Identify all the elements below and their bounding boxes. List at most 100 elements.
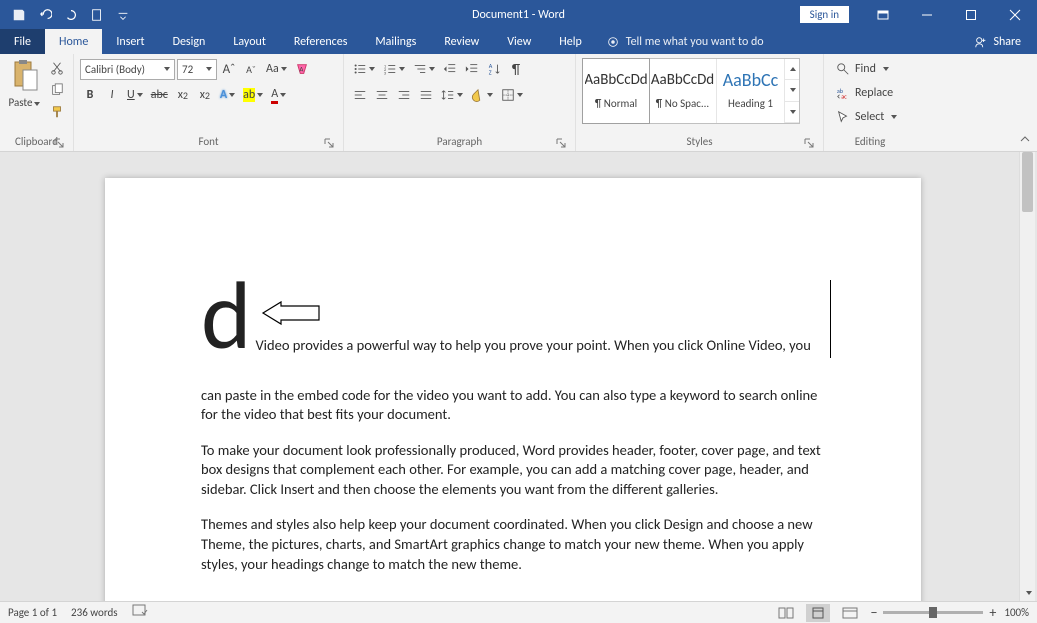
zoom-track[interactable]	[883, 611, 983, 614]
proofing-icon[interactable]	[132, 604, 148, 621]
tab-help[interactable]: Help	[545, 29, 596, 54]
zoom-thumb[interactable]	[929, 607, 937, 618]
word-count[interactable]: 236 words	[71, 606, 118, 619]
gallery-more-button[interactable]	[785, 102, 799, 123]
font-launcher[interactable]	[323, 138, 335, 150]
font-label: Font	[198, 135, 218, 148]
multilevel-list-button[interactable]	[410, 59, 438, 79]
bullets-button[interactable]	[350, 59, 378, 79]
collapse-ribbon-button[interactable]	[1019, 133, 1031, 149]
ribbon-tabs: File Home Insert Design Layout Reference…	[0, 29, 1037, 54]
align-left-button[interactable]	[350, 85, 370, 105]
justify-button[interactable]	[416, 85, 436, 105]
scroll-down-button[interactable]	[1020, 585, 1035, 601]
font-name-combo[interactable]: Calibri (Body)	[80, 59, 175, 80]
text-cursor	[830, 280, 831, 358]
annotation-arrow	[261, 300, 321, 330]
sign-in-button[interactable]: Sign in	[800, 6, 849, 23]
tab-view[interactable]: View	[493, 29, 545, 54]
maximize-button[interactable]	[949, 0, 993, 29]
italic-button[interactable]: I	[102, 85, 122, 105]
paste-button[interactable]: Paste	[6, 58, 43, 109]
tab-design[interactable]: Design	[159, 29, 220, 54]
web-layout-button[interactable]	[838, 604, 862, 622]
group-editing: Find abac Replace Select Editing	[824, 54, 916, 151]
svg-text:ac: ac	[841, 92, 847, 100]
clipboard-launcher[interactable]	[53, 138, 65, 150]
undo-button[interactable]	[32, 3, 58, 27]
svg-text:Z: Z	[489, 68, 492, 76]
find-button[interactable]: Find	[830, 58, 903, 80]
style-normal[interactable]: AaBbCcDd ¶ Normal	[582, 58, 650, 124]
shading-button[interactable]	[468, 85, 496, 105]
underline-button[interactable]: U	[124, 85, 146, 105]
increase-indent-button[interactable]	[462, 59, 482, 79]
shrink-font-button[interactable]: Aˇ	[241, 59, 261, 79]
zoom-out-button[interactable]: −	[870, 604, 877, 621]
print-layout-button[interactable]	[806, 604, 830, 622]
paste-icon	[9, 58, 41, 94]
show-marks-button[interactable]: ¶	[506, 59, 526, 79]
superscript-button[interactable]: x2	[195, 85, 215, 105]
tab-file[interactable]: File	[0, 29, 45, 54]
tab-layout[interactable]: Layout	[219, 29, 280, 54]
paragraph-3: Themes and styles also help keep your do…	[201, 515, 825, 574]
group-clipboard: Paste Clipboard	[0, 54, 74, 151]
borders-button[interactable]	[498, 85, 526, 105]
font-size-combo[interactable]: 72	[177, 59, 217, 80]
qat-customize-button[interactable]	[110, 3, 136, 27]
select-button[interactable]: Select	[830, 106, 903, 128]
new-doc-button[interactable]	[84, 3, 110, 27]
group-font: Calibri (Body) 72 Aˆ Aˇ Aa A B I U abc x…	[74, 54, 344, 151]
decrease-indent-button[interactable]	[440, 59, 460, 79]
tab-mailings[interactable]: Mailings	[361, 29, 430, 54]
cut-button[interactable]	[47, 58, 67, 78]
numbering-button[interactable]: 123	[380, 59, 408, 79]
close-button[interactable]	[993, 0, 1037, 29]
tab-home[interactable]: Home	[45, 29, 102, 54]
bold-button[interactable]: B	[80, 85, 100, 105]
gallery-up-button[interactable]	[785, 59, 799, 80]
vertical-scrollbar[interactable]	[1019, 152, 1035, 601]
document-page[interactable]: d Video provides a powerful way to help …	[105, 178, 921, 601]
clear-formatting-button[interactable]: A	[292, 59, 312, 79]
strikethrough-button[interactable]: abc	[148, 85, 171, 105]
grow-font-button[interactable]: Aˆ	[219, 59, 239, 79]
font-color-button[interactable]: A	[268, 85, 289, 105]
tell-me-search[interactable]: Tell me what you want to do	[596, 29, 774, 54]
replace-icon: abac	[836, 86, 850, 100]
highlight-button[interactable]: ab	[240, 85, 266, 105]
tab-review[interactable]: Review	[430, 29, 493, 54]
text-effects-button[interactable]: A	[217, 85, 238, 105]
share-label: Share	[993, 35, 1021, 49]
zoom-slider[interactable]: − +	[870, 604, 996, 621]
save-button[interactable]	[6, 3, 32, 27]
paragraph-launcher[interactable]	[555, 138, 567, 150]
gallery-down-button[interactable]	[785, 80, 799, 101]
share-button[interactable]: Share	[958, 29, 1037, 54]
tab-references[interactable]: References	[280, 29, 362, 54]
minimize-button[interactable]	[905, 0, 949, 29]
align-right-button[interactable]	[394, 85, 414, 105]
read-mode-button[interactable]	[774, 604, 798, 622]
subscript-button[interactable]: x2	[173, 85, 193, 105]
zoom-level[interactable]: 100%	[1004, 606, 1029, 619]
align-center-button[interactable]	[372, 85, 392, 105]
tab-insert[interactable]: Insert	[102, 29, 158, 54]
replace-button[interactable]: abac Replace	[830, 82, 903, 104]
style-heading-1[interactable]: AaBbCc Heading 1	[717, 59, 785, 123]
page-indicator[interactable]: Page 1 of 1	[8, 606, 57, 619]
scrollbar-thumb[interactable]	[1022, 152, 1033, 212]
copy-button[interactable]	[47, 80, 67, 100]
line-spacing-button[interactable]	[438, 85, 466, 105]
sort-button[interactable]: AZ	[484, 59, 504, 79]
ribbon-display-button[interactable]	[861, 0, 905, 29]
styles-launcher[interactable]	[803, 138, 815, 150]
format-painter-button[interactable]	[47, 102, 67, 122]
style-no-spacing[interactable]: AaBbCcDd ¶ No Spac...	[649, 59, 717, 123]
change-case-button[interactable]: Aa	[263, 59, 290, 79]
zoom-in-button[interactable]: +	[989, 604, 996, 621]
search-icon	[836, 62, 850, 76]
paragraph-1-line1: Video provides a powerful way to help yo…	[255, 336, 810, 356]
redo-button[interactable]	[58, 3, 84, 27]
